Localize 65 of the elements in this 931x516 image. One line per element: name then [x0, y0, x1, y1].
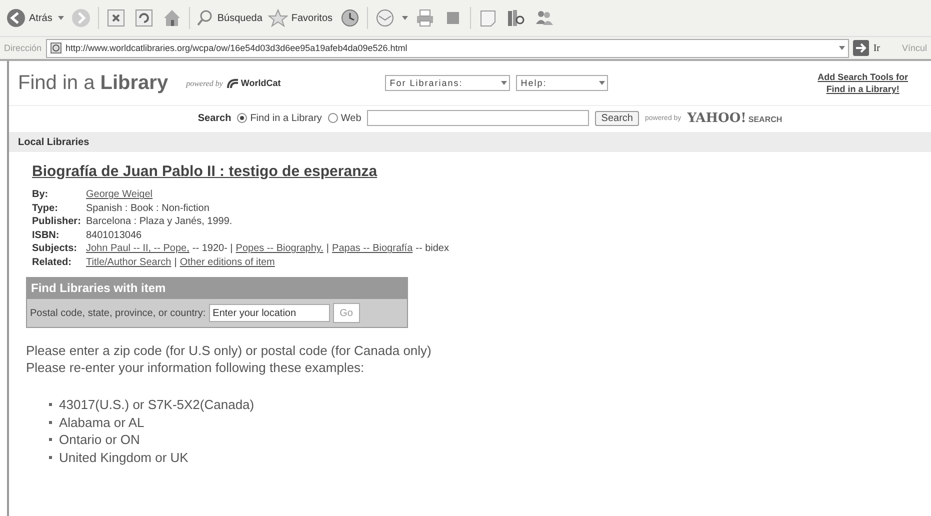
- search-field[interactable]: [367, 110, 590, 126]
- dropdown-arrow-icon[interactable]: [402, 16, 408, 20]
- search-option-radio[interactable]: Find in a Library: [237, 112, 322, 124]
- go-arrow-icon[interactable]: [853, 40, 870, 56]
- bullet-icon: [49, 420, 52, 424]
- bullet-icon: [49, 438, 52, 442]
- detail-link[interactable]: Popes -- Biography.: [236, 243, 324, 254]
- field-value: -- 1920- |: [192, 243, 233, 254]
- detail-link[interactable]: Other editions of item: [180, 256, 275, 268]
- example-text: Ontario or ON: [59, 431, 140, 448]
- field-label: ISBN:: [32, 230, 60, 241]
- location-field[interactable]: Enter your location: [208, 304, 330, 322]
- field-label: Subjects:: [32, 243, 78, 254]
- page-icon: [50, 42, 62, 54]
- site-title: Find in a Library: [18, 72, 168, 94]
- example-text: Alabama or AL: [59, 414, 144, 431]
- item-title[interactable]: Biografía de Juan Pablo II : testigo de esperanza: [32, 163, 931, 180]
- history-icon[interactable]: [338, 7, 361, 29]
- back-button[interactable]: Atrás: [6, 8, 52, 28]
- dropdown-arrow-icon[interactable]: [58, 16, 64, 20]
- add-search-tools-link[interactable]: Add Search Tools for Find in a Library!: [818, 71, 908, 95]
- example-text: 43017(U.S.) or S7K-5X2(Canada): [59, 396, 254, 414]
- field-value: 8401013046: [86, 230, 142, 241]
- dropdown-arrow-icon[interactable]: [598, 81, 605, 85]
- go-label[interactable]: Ir: [873, 42, 880, 54]
- powered-by-text: powered by: [186, 78, 223, 88]
- star-icon: [268, 9, 288, 27]
- search-label: Search: [198, 112, 232, 124]
- example-text: United Kingdom or UK: [59, 448, 188, 466]
- field-label: Related:: [32, 256, 72, 268]
- menu-dropdown[interactable]: For Librarians:: [384, 75, 510, 91]
- search-button[interactable]: Búsqueda: [196, 9, 262, 27]
- search-option-radio[interactable]: Web: [328, 112, 362, 124]
- location-label: Postal code, state, province, or country:: [30, 308, 206, 318]
- section-header: Local Libraries: [9, 132, 931, 152]
- address-field[interactable]: http://www.worldcatlibraries.org/wcpa/ow/16e54d03d3d6ee95a19afeb4da09e526.html: [46, 38, 850, 58]
- field-value: Barcelona : Plaza y Janés, 1999.: [86, 216, 232, 228]
- detail-link[interactable]: George Weigel: [86, 189, 153, 200]
- refresh-icon[interactable]: [133, 7, 156, 29]
- field-label: Publisher:: [32, 216, 82, 228]
- bullet-icon: [49, 456, 52, 459]
- search-icon: [196, 9, 214, 27]
- panel-title: Find Libraries with item: [27, 278, 407, 299]
- detail-link[interactable]: Papas -- Biografía: [332, 243, 413, 254]
- field-value: -- bidex: [416, 243, 449, 254]
- yahoo-search-logo: YAHOO!SEARCH: [687, 110, 782, 126]
- mail-icon[interactable]: [374, 7, 396, 29]
- worldcat-logo: WorldCat: [226, 78, 281, 88]
- search-button[interactable]: Search: [595, 110, 639, 126]
- bullet-icon: [49, 403, 52, 406]
- detail-link[interactable]: John Paul -- II, -- Pope,: [86, 243, 190, 254]
- detail-link[interactable]: Title/Author Search: [86, 256, 172, 268]
- address-label: Dirección: [4, 43, 42, 53]
- field-label: By:: [32, 189, 50, 200]
- favorites-button[interactable]: Favoritos: [268, 9, 333, 27]
- instruction-text: Please re-enter your information following these examples:: [26, 359, 366, 376]
- field-value: |: [326, 243, 330, 254]
- stop-icon[interactable]: [105, 7, 128, 29]
- menu-dropdown[interactable]: Help:: [516, 75, 608, 91]
- field-label: Type:: [32, 202, 59, 214]
- field-value: |: [174, 256, 177, 268]
- field-value: Spanish : Book : Non-fiction: [86, 202, 210, 214]
- instruction-text: Please enter a zip code (for U.S only) or postal code (for Canada only): [26, 342, 432, 359]
- dropdown-arrow-icon[interactable]: [500, 81, 507, 85]
- dropdown-arrow-icon[interactable]: [839, 46, 846, 50]
